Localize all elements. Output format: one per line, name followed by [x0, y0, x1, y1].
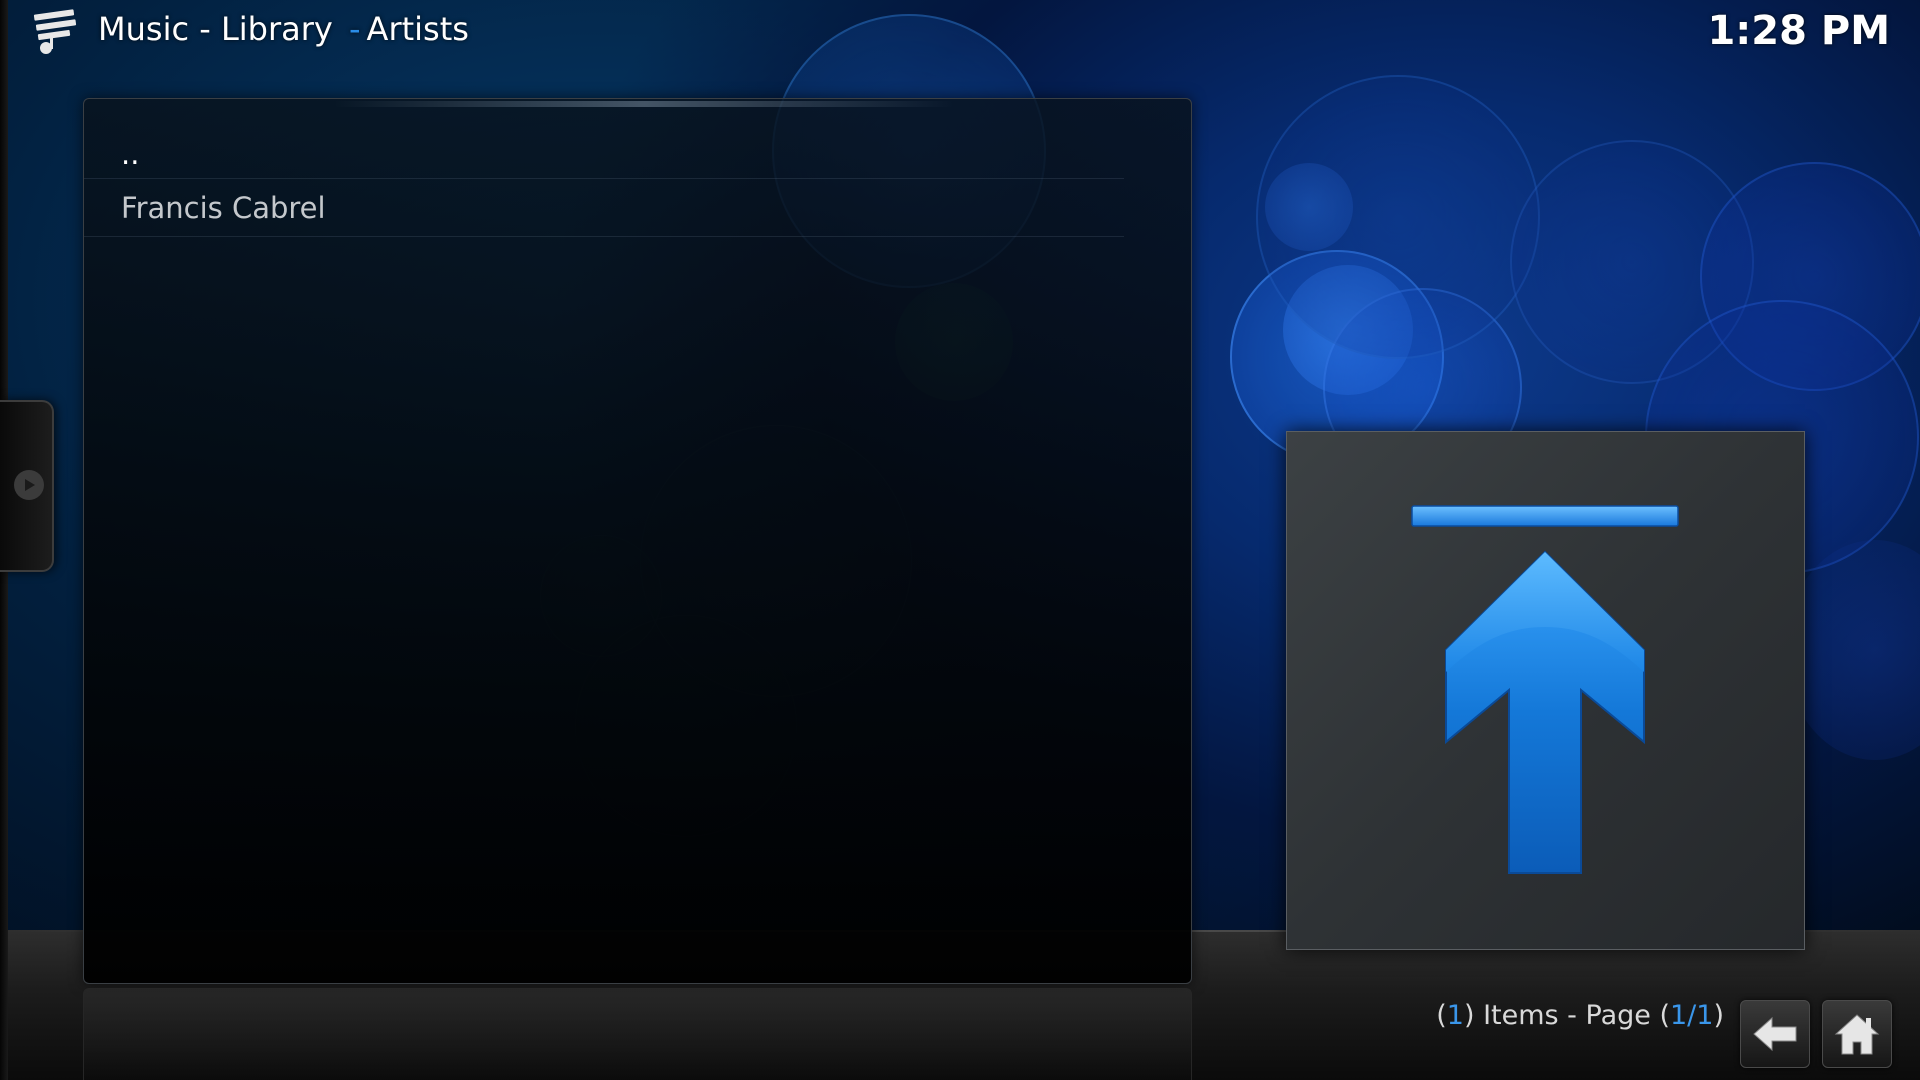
breadcrumb-section: Music [98, 10, 190, 48]
music-library-icon [32, 8, 80, 56]
play-arrow-icon [14, 470, 44, 500]
side-menu-tab[interactable] [0, 400, 54, 572]
breadcrumb-library: Library [220, 10, 333, 48]
clock: 1:28 PM [1707, 8, 1890, 54]
bg-bokeh [1785, 540, 1920, 760]
parent-folder-thumbnail [1286, 431, 1805, 950]
bg-bokeh [1283, 265, 1413, 395]
breadcrumb-sep: - [199, 10, 211, 48]
bg-bokeh [1700, 162, 1920, 391]
breadcrumb-view: Artists [366, 10, 469, 48]
list-item[interactable]: Francis Cabrel [84, 179, 1124, 237]
count-paren-close: ) [1463, 1000, 1475, 1031]
panel-shine [334, 101, 954, 107]
list-panel-reflection [83, 988, 1192, 1080]
count-paren-open: ( [1436, 1000, 1447, 1031]
list-item-label: Francis Cabrel [121, 191, 326, 225]
bg-bokeh [1256, 75, 1540, 359]
home-icon [1834, 1014, 1880, 1055]
page-number: 1/1 [1670, 1000, 1714, 1031]
home-button[interactable] [1822, 1000, 1892, 1068]
parent-folder-up-arrow-icon [1411, 505, 1679, 874]
page-title: Music - Library - Artists [98, 10, 469, 48]
back-button[interactable] [1740, 1000, 1810, 1068]
bg-bokeh [1265, 163, 1353, 251]
breadcrumb-sep-accent: - [349, 10, 361, 48]
item-count: 1 [1446, 1000, 1464, 1031]
items-page-label: Items - Page [1474, 1000, 1660, 1031]
kodi-screen: Music - Library - Artists 1:28 PM .. Fran… [0, 0, 1920, 1080]
items-page-info: (1) Items - Page (1/1) [1436, 1000, 1724, 1031]
bg-bokeh [1510, 140, 1754, 384]
back-arrow-icon [1753, 1016, 1797, 1052]
list-item-label: .. [121, 137, 140, 171]
page-paren-open: ( [1659, 1000, 1670, 1031]
artist-list-panel: .. Francis Cabrel [83, 98, 1192, 984]
list-item-parent[interactable]: .. [84, 121, 1124, 179]
page-paren-close: ) [1713, 1000, 1724, 1031]
